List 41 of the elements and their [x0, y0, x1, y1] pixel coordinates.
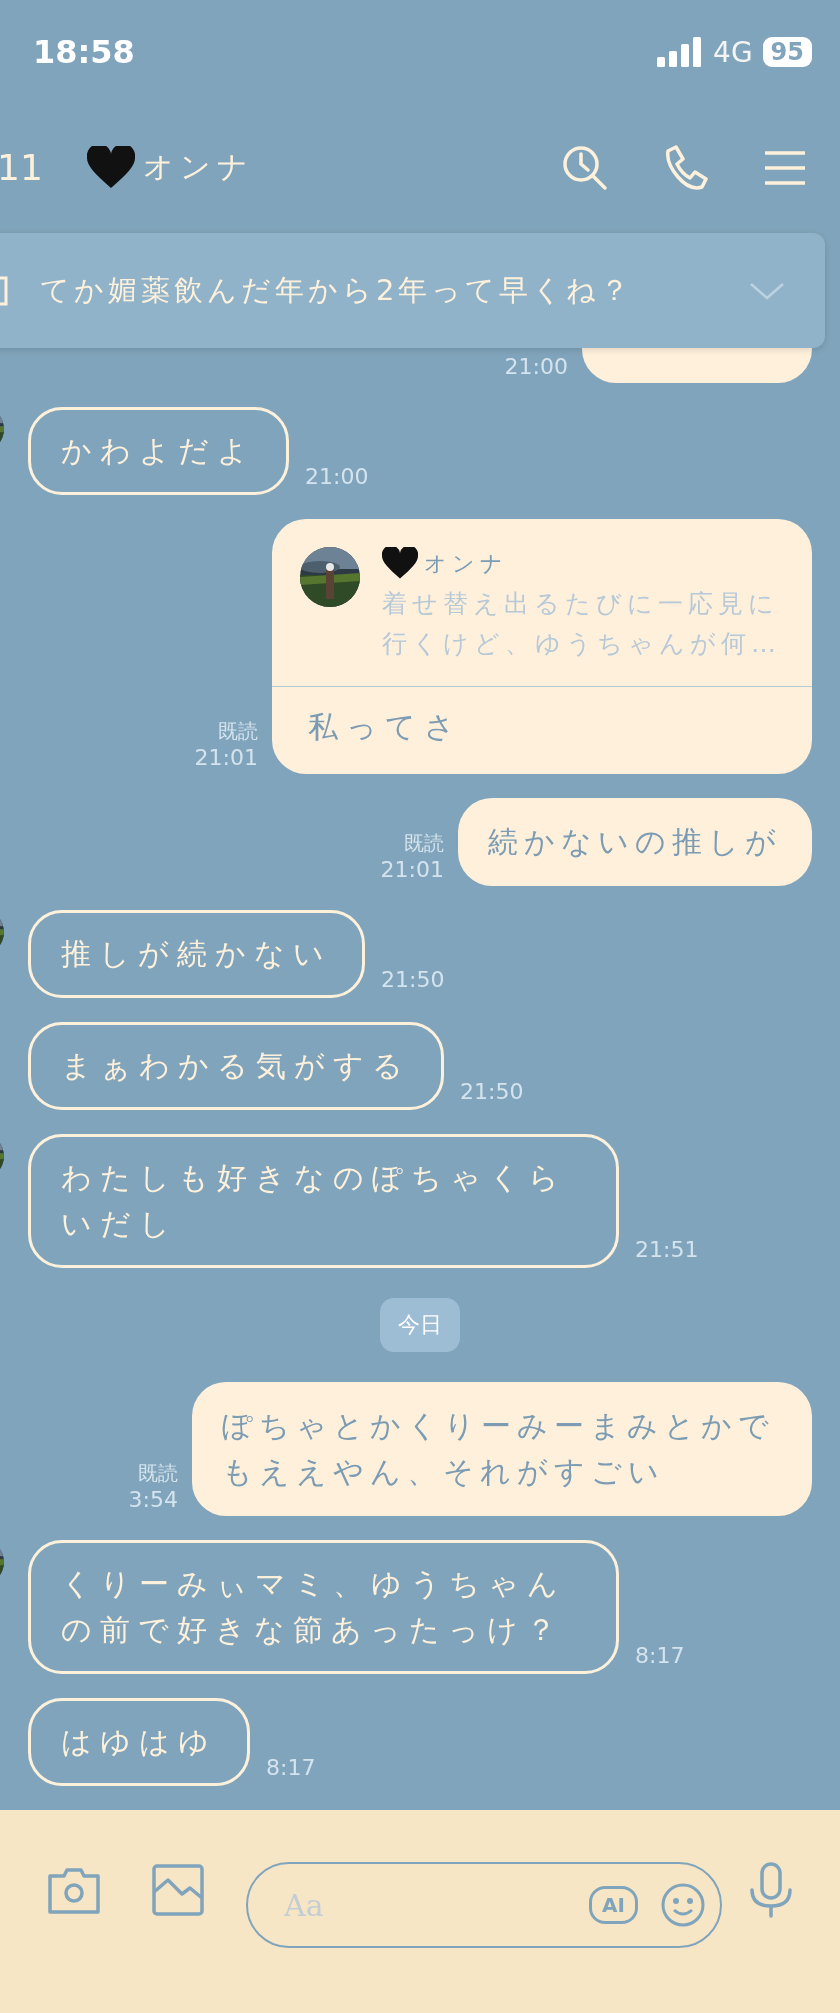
reply-text: 私ってさ — [307, 708, 464, 746]
quoted-message: 着せ替え出るたびに一応見に行くけど、ゆうちゃんが何… — [382, 588, 782, 660]
clock: 18:58 — [33, 33, 135, 71]
smiley-icon[interactable] — [660, 1882, 706, 1928]
image-icon[interactable] — [150, 1862, 206, 1918]
chevron-down-icon[interactable] — [749, 280, 785, 301]
message-bubble[interactable]: くりーみぃマミ、ゆうちゃんの前で好きな節あったっけ？ — [28, 1540, 619, 1674]
message-bubble[interactable]: ぽちゃとかくりーみーまみとかでもええやん、それがすごい — [192, 1382, 812, 1516]
message-bubble[interactable]: 推しが続かない — [28, 910, 365, 998]
pinned-message-text: てか媚薬飲んだ年から2年って早くね？ — [40, 271, 634, 309]
pinned-message-banner[interactable]: てか媚薬飲んだ年から2年って早くね？ — [0, 233, 825, 348]
message-time: 3:54 — [128, 1487, 178, 1512]
announcement-icon — [0, 275, 8, 306]
quoted-sender: オンナ — [424, 549, 508, 578]
signal-icon — [657, 37, 704, 67]
message-bubble[interactable]: わたしも好きなのぽちゃくらいだし — [28, 1134, 619, 1268]
message-time: 8:17 — [266, 1755, 316, 1780]
message-time: 21:00 — [305, 464, 369, 489]
battery-level: 95 — [762, 37, 812, 67]
network-type: 4G — [713, 35, 753, 69]
message-time: 21:50 — [381, 967, 445, 992]
heart-icon — [87, 145, 135, 190]
reply-bubble[interactable]: オンナ 着せ替え出るたびに一応見に行くけど、ゆうちゃんが何… 私ってさ — [272, 519, 812, 774]
heart-icon — [382, 547, 418, 580]
message-bubble[interactable]: まぁわかる気がする — [28, 1022, 444, 1110]
message-time: 21:01 — [194, 745, 258, 770]
message-time: 21:50 — [460, 1079, 524, 1104]
read-receipt: 既読 — [404, 830, 444, 857]
date-chip: 今日 — [380, 1298, 460, 1352]
unread-count[interactable]: 11 — [0, 147, 87, 188]
message-time: 8:17 — [635, 1643, 685, 1668]
read-receipt: 既読 — [138, 1460, 178, 1487]
message-time: 21:01 — [380, 857, 444, 882]
read-receipt: 既読 — [218, 718, 258, 745]
message-bubble[interactable]: 続かないの推しが — [458, 798, 812, 886]
ai-button[interactable]: AI — [589, 1886, 638, 1924]
message-time: 21:00 — [504, 354, 568, 379]
chat-title: オンナ — [143, 148, 254, 186]
message-time: 21:51 — [635, 1237, 699, 1262]
message-bubble[interactable]: かわよだよ — [28, 407, 289, 495]
message-bubble[interactable]: はゆはゆ — [28, 1698, 250, 1786]
